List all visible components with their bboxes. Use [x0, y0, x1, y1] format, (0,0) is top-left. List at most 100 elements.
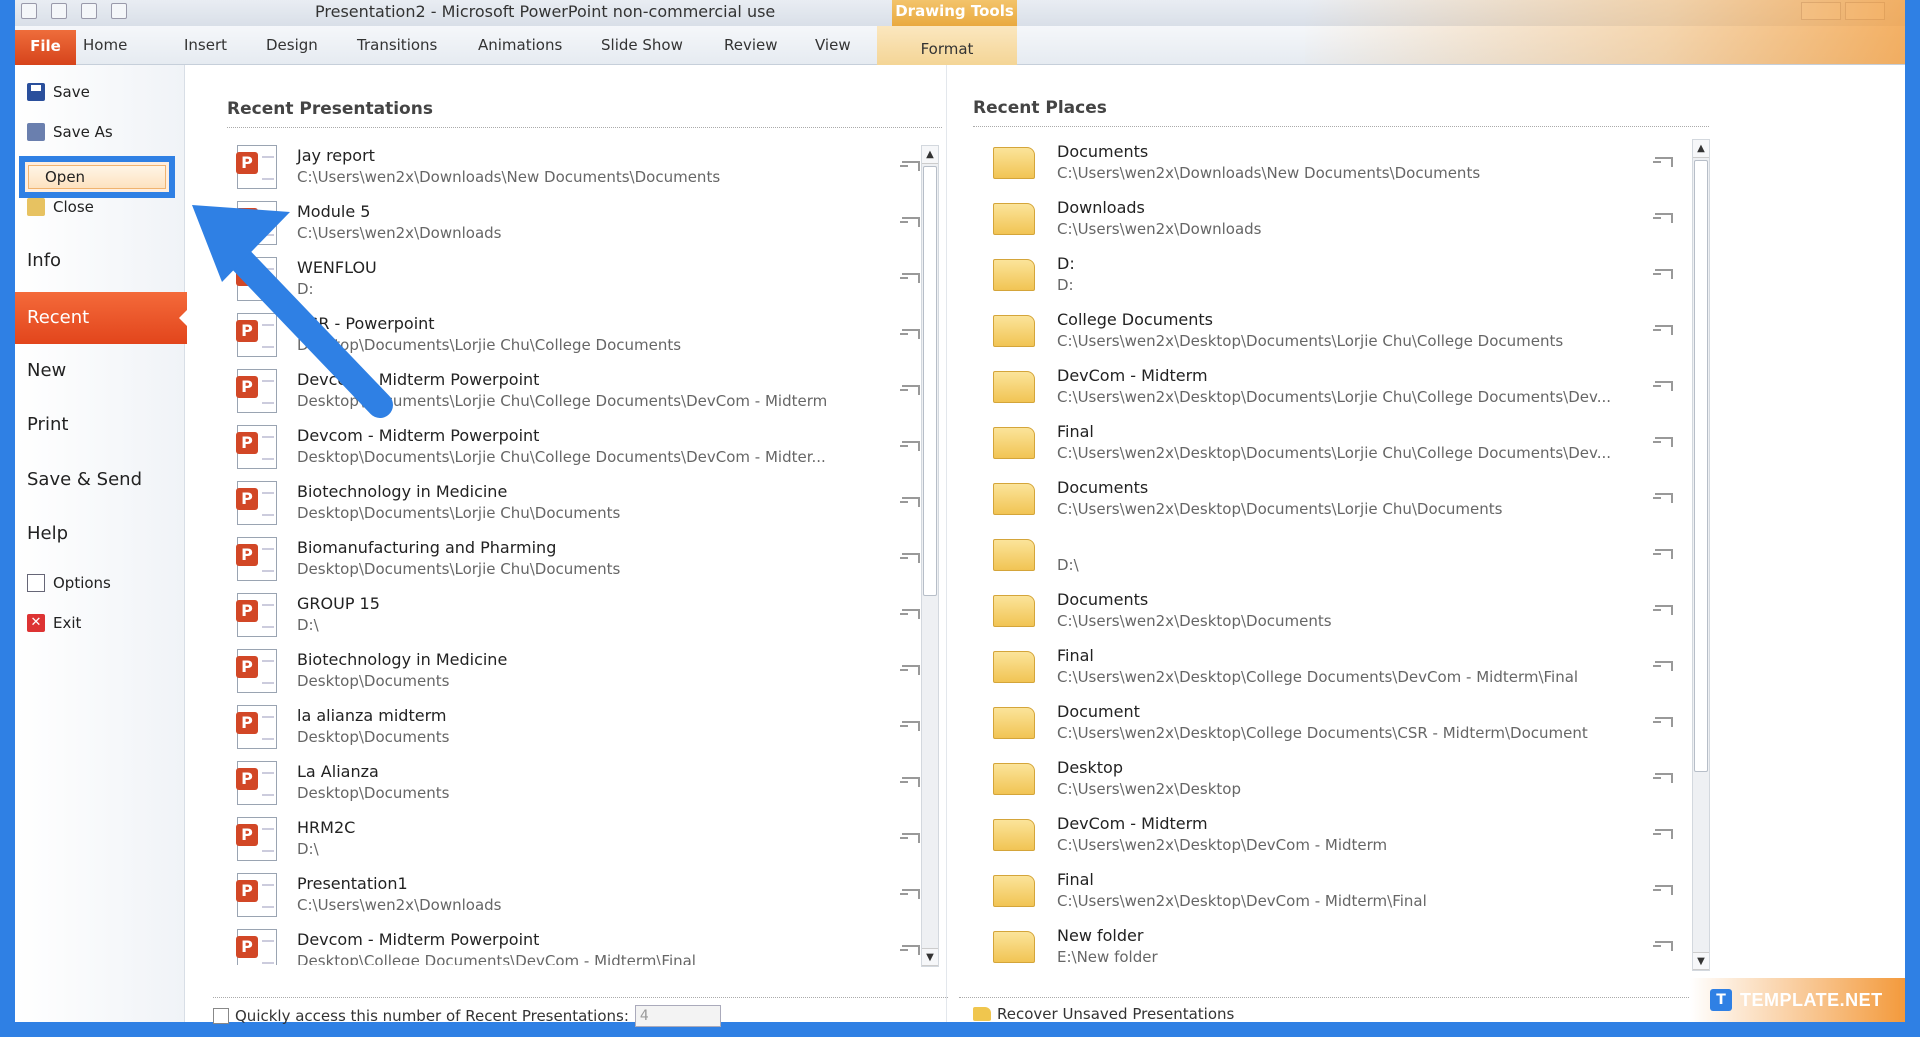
customize-icon[interactable]	[111, 3, 127, 19]
pin-icon[interactable]	[1653, 717, 1673, 727]
pin-icon[interactable]	[1653, 493, 1673, 503]
tab-home[interactable]: Home	[83, 36, 127, 54]
nav-exit[interactable]: ✕ Exit	[25, 607, 175, 639]
list-item[interactable]: Final C:\Users\wen2x\Desktop\College Docu…	[975, 639, 1687, 695]
pin-icon[interactable]	[900, 833, 920, 843]
recover-row[interactable]: Recover Unsaved Presentations	[973, 1005, 1234, 1023]
places-scrollbar[interactable]: ▲ ▼	[1692, 139, 1710, 971]
list-item[interactable]: New folder E:\New folder	[975, 919, 1687, 975]
list-item[interactable]: Module 5 C:\Users\wen2x\Downloads	[229, 195, 934, 251]
list-item[interactable]: College Documents C:\Users\wen2x\Desktop\…	[975, 303, 1687, 359]
pin-icon[interactable]	[1653, 605, 1673, 615]
scroll-up-arrow[interactable]: ▲	[1693, 140, 1709, 158]
list-item[interactable]: Devcom - Midterm Powerpoint Desktop\Docum…	[229, 363, 934, 419]
tab-insert[interactable]: Insert	[184, 36, 227, 54]
pin-icon[interactable]	[1653, 885, 1673, 895]
scroll-down-arrow[interactable]: ▼	[1693, 952, 1709, 970]
nav-save-as[interactable]: Save As	[25, 116, 175, 148]
tab-transitions[interactable]: Transitions	[357, 36, 437, 54]
list-item[interactable]: Documents C:\Users\wen2x\Desktop\Document…	[975, 471, 1687, 527]
pin-icon[interactable]	[900, 329, 920, 339]
redo-icon[interactable]	[81, 3, 97, 19]
list-item[interactable]: Desktop C:\Users\wen2x\Desktop	[975, 751, 1687, 807]
pin-icon[interactable]	[1653, 325, 1673, 335]
list-item[interactable]: Biotechnology in Medicine Desktop\Documen…	[229, 475, 934, 531]
nav-print[interactable]: Print	[27, 405, 68, 445]
tab-format[interactable]: Format	[877, 26, 1017, 65]
presentations-scrollbar[interactable]: ▲ ▼	[921, 145, 939, 967]
pin-icon[interactable]	[1653, 549, 1673, 559]
pin-icon[interactable]	[900, 161, 920, 171]
list-item[interactable]: CSR - Powerpoint Desktop\Documents\Lorjie…	[229, 307, 934, 363]
quick-access-spinner[interactable]: 4	[634, 1005, 721, 1027]
list-item[interactable]: GROUP 15 D:\	[229, 587, 934, 643]
pin-icon[interactable]	[1653, 941, 1673, 951]
list-item[interactable]: Document C:\Users\wen2x\Desktop\College D…	[975, 695, 1687, 751]
list-item[interactable]: Biomanufacturing and Pharming Desktop\Doc…	[229, 531, 934, 587]
undo-icon[interactable]	[51, 3, 67, 19]
nav-recent[interactable]: Recent	[15, 292, 188, 344]
list-item[interactable]: D:\	[975, 527, 1687, 583]
pin-icon[interactable]	[1653, 157, 1673, 167]
pin-icon[interactable]	[900, 665, 920, 675]
list-item[interactable]: Devcom - Midterm Powerpoint Desktop\Docum…	[229, 419, 934, 475]
tab-view[interactable]: View	[815, 36, 851, 54]
pin-icon[interactable]	[900, 553, 920, 563]
scroll-thumb[interactable]	[923, 166, 937, 596]
list-item[interactable]: La Alianza Desktop\Documents	[229, 755, 934, 811]
pin-icon[interactable]	[1653, 773, 1673, 783]
tab-file[interactable]: File	[15, 30, 76, 65]
pin-icon[interactable]	[900, 945, 920, 955]
list-item[interactable]: Jay report C:\Users\wen2x\Downloads\New D…	[229, 139, 934, 195]
list-item[interactable]: D: D:	[975, 247, 1687, 303]
scroll-down-arrow[interactable]: ▼	[922, 948, 938, 966]
pin-icon[interactable]	[1653, 381, 1673, 391]
list-item[interactable]: WENFLOU D:	[229, 251, 934, 307]
nav-new[interactable]: New	[27, 351, 66, 391]
pin-icon[interactable]	[900, 721, 920, 731]
pin-icon[interactable]	[900, 889, 920, 899]
pin-icon[interactable]	[1653, 213, 1673, 223]
quick-access-checkbox[interactable]	[213, 1008, 229, 1024]
list-item[interactable]: Biotechnology in Medicine Desktop\Documen…	[229, 643, 934, 699]
nav-save-send[interactable]: Save & Send	[27, 460, 142, 500]
pin-icon[interactable]	[1653, 269, 1673, 279]
powerpoint-file-icon	[236, 145, 277, 189]
pin-icon[interactable]	[900, 385, 920, 395]
pin-icon[interactable]	[900, 273, 920, 283]
tab-review[interactable]: Review	[724, 36, 778, 54]
nav-save[interactable]: Save	[25, 76, 175, 108]
scroll-up-arrow[interactable]: ▲	[922, 146, 938, 164]
list-item[interactable]: Documents C:\Users\wen2x\Downloads\New Do…	[975, 135, 1687, 191]
tab-animations[interactable]: Animations	[478, 36, 562, 54]
list-item[interactable]: Devcom - Midterm Powerpoint Desktop\Colle…	[229, 923, 934, 965]
list-item[interactable]: Documents C:\Users\wen2x\Desktop\Document…	[975, 583, 1687, 639]
list-item[interactable]: Downloads C:\Users\wen2x\Downloads	[975, 191, 1687, 247]
list-item[interactable]: Presentation1 C:\Users\wen2x\Downloads	[229, 867, 934, 923]
pin-icon[interactable]	[900, 217, 920, 227]
list-item[interactable]: Final C:\Users\wen2x\Desktop\Documents\Lo…	[975, 415, 1687, 471]
scroll-thumb[interactable]	[1694, 160, 1708, 772]
close-window-button[interactable]	[1845, 2, 1885, 20]
list-item[interactable]: Final C:\Users\wen2x\Desktop\DevCom - Mid…	[975, 863, 1687, 919]
nav-info[interactable]: Info	[27, 241, 61, 281]
tab-slide-show[interactable]: Slide Show	[601, 36, 683, 54]
list-item[interactable]: DevCom - Midterm C:\Users\wen2x\Desktop\D…	[975, 807, 1687, 863]
pin-icon[interactable]	[900, 497, 920, 507]
list-item[interactable]: la alianza midterm Desktop\Documents	[229, 699, 934, 755]
pin-icon[interactable]	[900, 441, 920, 451]
pin-icon[interactable]	[1653, 661, 1673, 671]
minimize-button[interactable]	[1801, 2, 1841, 20]
list-item[interactable]: DevCom - Midterm C:\Users\wen2x\Desktop\D…	[975, 359, 1687, 415]
tab-design[interactable]: Design	[266, 36, 318, 54]
nav-open-highlight[interactable]: Open	[19, 156, 175, 198]
save-quick-icon[interactable]	[21, 3, 37, 19]
pin-icon[interactable]	[900, 609, 920, 619]
pin-icon[interactable]	[1653, 437, 1673, 447]
nav-help[interactable]: Help	[27, 514, 68, 554]
nav-open[interactable]: Open	[28, 165, 166, 189]
pin-icon[interactable]	[900, 777, 920, 787]
pin-icon[interactable]	[1653, 829, 1673, 839]
nav-options[interactable]: Options	[25, 567, 175, 599]
list-item[interactable]: HRM2C D:\	[229, 811, 934, 867]
